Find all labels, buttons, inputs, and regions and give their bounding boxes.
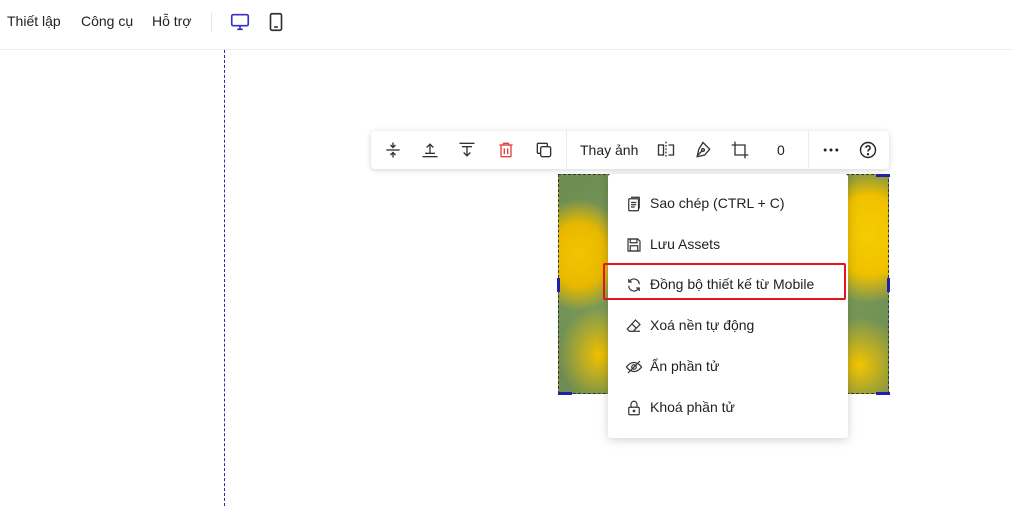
menu-item-label: Xoá nền tự động [650,317,755,333]
replace-image-button[interactable]: Thay ảnh [580,141,638,159]
crop-icon[interactable] [728,138,752,162]
vertical-distribute-icon[interactable] [381,138,405,162]
align-bottom-icon[interactable] [455,138,479,162]
align-top-icon[interactable] [418,138,442,162]
menu-settings[interactable]: Thiết lập [7,12,61,30]
pen-tool-icon[interactable] [691,138,715,162]
menu-item-sync-mobile[interactable]: Đồng bộ thiết kế từ Mobile [608,264,848,304]
element-toolbar: Thay ảnh 0 [371,131,889,169]
flip-icon[interactable] [654,138,678,162]
menu-item-label: Đồng bộ thiết kế từ Mobile [650,276,815,292]
resize-handle-top-right[interactable] [876,174,890,177]
more-icon[interactable] [819,138,843,162]
menu-item-label: Lưu Assets [650,236,721,252]
menu-tools[interactable]: Công cụ [81,12,133,30]
resize-handle-left[interactable] [557,278,560,292]
resize-handle-bottom-left[interactable] [558,392,572,395]
menu-item-label: Sao chép (CTRL + C) [650,195,785,211]
eraser-icon [625,317,643,335]
more-options-menu: Sao chép (CTRL + C) Lưu Assets Đồng bộ t… [608,174,848,438]
trash-icon[interactable] [494,138,518,162]
menu-item-label: Ẩn phần tử [650,358,720,374]
section-guide-line [224,50,225,506]
tablet-icon[interactable] [265,11,287,33]
menu-item-lock-element[interactable]: Khoá phần tử [608,387,848,427]
sync-icon [625,276,643,294]
menu-help[interactable]: Hỗ trợ [152,12,192,30]
top-bar: Thiết lập Công cụ Hỗ trợ [0,0,1013,50]
toolbar-divider [808,131,809,169]
menu-item-copy[interactable]: Sao chép (CTRL + C) [608,183,848,223]
resize-handle-right[interactable] [887,278,890,292]
lock-icon [625,399,643,417]
help-icon[interactable] [856,138,880,162]
toolbar-divider [566,131,567,169]
desktop-icon[interactable] [229,11,251,33]
menu-item-hide-element[interactable]: Ẩn phần tử [608,346,848,386]
topbar-divider [211,12,212,32]
copy-doc-icon [625,195,643,213]
menu-item-label: Khoá phần tử [650,399,735,415]
duplicate-icon[interactable] [532,138,556,162]
menu-item-save-assets[interactable]: Lưu Assets [608,224,848,264]
eye-off-icon [625,358,643,376]
resize-handle-bottom-right[interactable] [876,392,890,395]
value-display: 0 [777,142,785,158]
save-icon [625,236,643,254]
menu-item-remove-background[interactable]: Xoá nền tự động [608,305,848,345]
